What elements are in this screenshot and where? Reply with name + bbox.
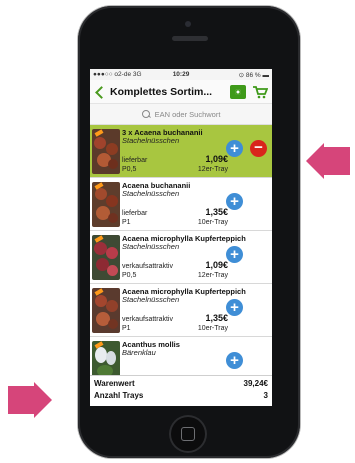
- add-button[interactable]: +: [226, 193, 243, 210]
- pointer-arrow-right-side: [306, 143, 350, 179]
- app-screen: ●●●○○ o2-de 3G 10:29 ⊙ 86 % ▬ Komplettes…: [90, 69, 272, 406]
- home-button[interactable]: [169, 415, 207, 453]
- speaker-grille: [172, 36, 208, 41]
- clock: 10:29: [172, 71, 190, 78]
- list-item[interactable]: Acaena microphylla Kupferteppich Stachel…: [90, 231, 272, 284]
- camera-icon[interactable]: [230, 84, 246, 99]
- pack-size: 12er-Tray: [197, 272, 228, 279]
- cart-icon[interactable]: [252, 85, 269, 99]
- trays-value: 3: [263, 391, 268, 400]
- search-icon: [141, 110, 150, 118]
- price: 1,35€: [205, 207, 228, 217]
- product-thumbnail: [92, 235, 120, 280]
- front-camera: [185, 21, 191, 27]
- availability: verkaufsattraktiv: [122, 316, 173, 323]
- product-thumbnail: [92, 129, 120, 174]
- battery-label: ⊙ 86 % ▬: [238, 71, 270, 79]
- nav-bar: Komplettes Sortim...: [90, 80, 272, 104]
- product-common-name: Bärenklau: [122, 348, 156, 357]
- product-common-name: Stachelnüsschen: [122, 189, 180, 198]
- product-common-name: Stachelnüsschen: [122, 295, 180, 304]
- pack-size: 10er-Tray: [197, 219, 228, 226]
- add-button[interactable]: +: [226, 352, 243, 369]
- chevron-left-icon[interactable]: [94, 85, 104, 99]
- cart-summary: Warenwert 39,24€ Anzahl Trays 3: [90, 375, 272, 406]
- product-thumbnail: [92, 182, 120, 227]
- product-list: 3 x Acaena buchananii Stachelnüsschen li…: [90, 125, 272, 375]
- search-input[interactable]: EAN oder Suchwort: [90, 104, 272, 125]
- product-common-name: Stachelnüsschen: [122, 242, 180, 251]
- list-item[interactable]: Acanthus mollis Bärenklau +: [90, 337, 272, 375]
- price: 1,09€: [205, 154, 228, 164]
- status-bar: ●●●○○ o2-de 3G 10:29 ⊙ 86 % ▬: [90, 69, 272, 80]
- product-thumbnail: [92, 288, 120, 333]
- price: 1,35€: [205, 313, 228, 323]
- list-item[interactable]: Acaena microphylla Kupferteppich Stachel…: [90, 284, 272, 337]
- search-placeholder: EAN oder Suchwort: [154, 109, 221, 119]
- pot-size: P1: [122, 325, 131, 332]
- carrier-label: ●●●○○ o2-de 3G: [93, 71, 142, 78]
- availability: lieferbar: [122, 210, 148, 217]
- add-button[interactable]: +: [226, 140, 243, 157]
- trays-label: Anzahl Trays: [94, 391, 144, 400]
- pointer-arrow-left-side: [8, 382, 52, 418]
- remove-button[interactable]: −: [250, 140, 267, 157]
- list-item[interactable]: 3 x Acaena buchananii Stachelnüsschen li…: [90, 125, 272, 178]
- product-thumbnail: [92, 341, 120, 375]
- product-common-name: Stachelnüsschen: [122, 136, 180, 145]
- pot-size: P0,5: [122, 272, 137, 279]
- add-button[interactable]: +: [226, 246, 243, 263]
- warenwert-value: 39,24€: [243, 379, 268, 388]
- pack-size: 12er-Tray: [197, 166, 228, 173]
- availability: verkaufsattraktiv: [122, 263, 173, 270]
- price: 1,09€: [205, 260, 228, 270]
- pot-size: P0,5: [122, 166, 137, 173]
- warenwert-label: Warenwert: [94, 379, 135, 388]
- pack-size: 10er-Tray: [197, 325, 228, 332]
- list-item[interactable]: Acaena buchananii Stachelnüsschen liefer…: [90, 178, 272, 231]
- availability: lieferbar: [122, 157, 148, 164]
- page-title: Komplettes Sortim...: [110, 85, 213, 98]
- pot-size: P1: [122, 219, 131, 226]
- add-button[interactable]: +: [226, 299, 243, 316]
